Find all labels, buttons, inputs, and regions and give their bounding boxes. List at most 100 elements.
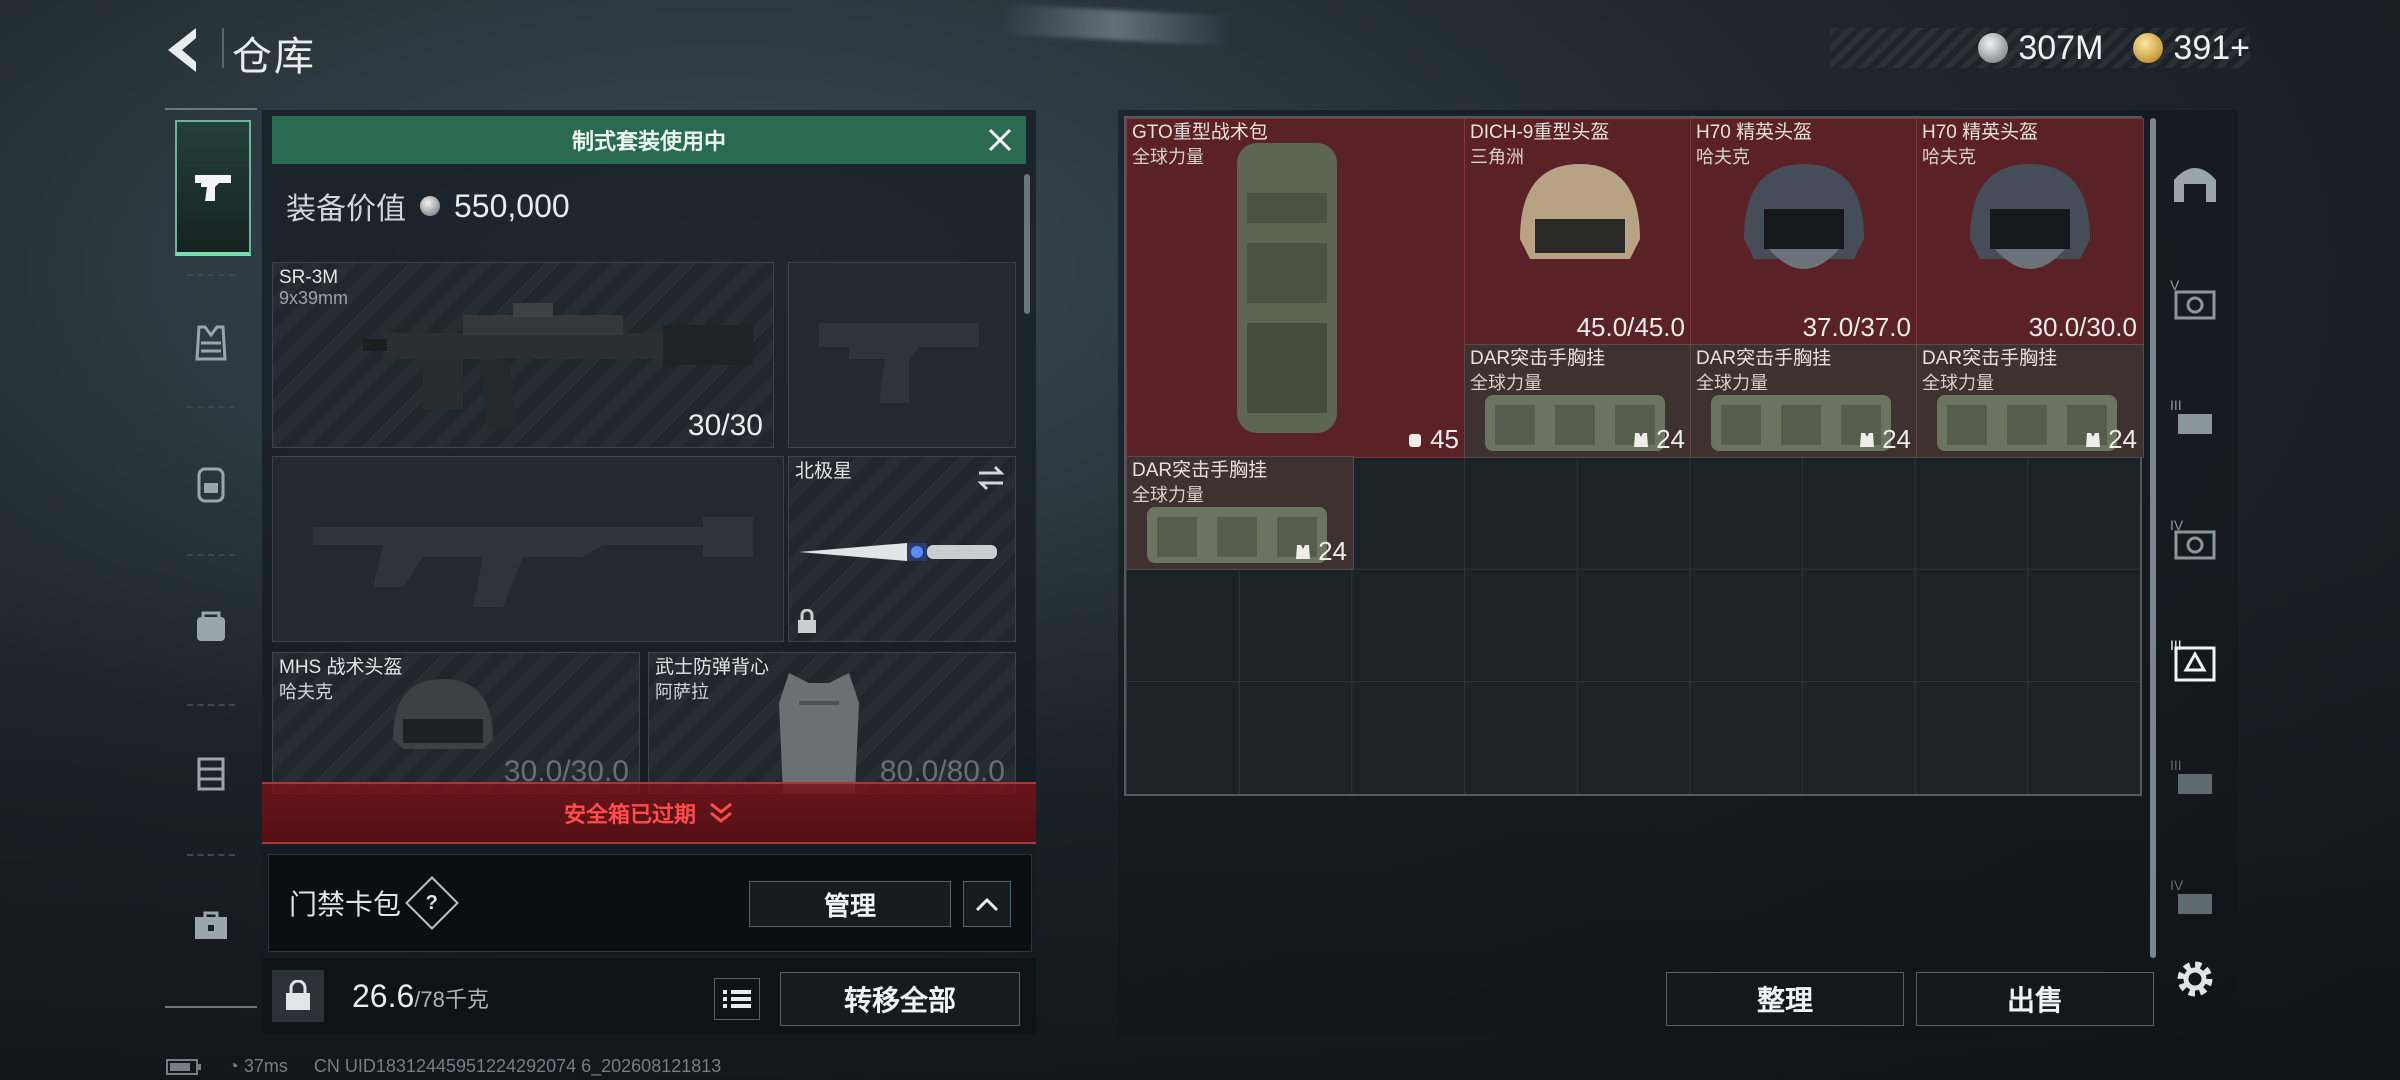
storage-grid[interactable]: GTO重型战术包 全球力量 45 DICH-9重型头盔 三角洲 45.0/45.…: [1124, 116, 2144, 796]
primary-weapon-slot[interactable]: SR-3M 9x39mm 30/30: [272, 262, 774, 448]
storage-item[interactable]: GTO重型战术包 全球力量 45: [1126, 118, 1466, 458]
back-button[interactable]: [160, 20, 210, 80]
item-value: 24: [2084, 424, 2137, 455]
list-view-button[interactable]: [714, 978, 760, 1020]
safe-box-expired-bar[interactable]: 安全箱已过期: [262, 782, 1036, 844]
rail-divider: [187, 406, 235, 408]
category-container[interactable]: [175, 708, 247, 838]
sell-button[interactable]: 出售: [1916, 972, 2154, 1026]
background-light: [999, 4, 1231, 46]
case-icon: [197, 757, 225, 791]
item-name: H70 精英头盔: [1696, 122, 1813, 143]
warehouse-icon: [2174, 168, 2216, 202]
storage-page-main[interactable]: [2164, 150, 2226, 212]
settings-icon: [2177, 961, 2213, 997]
category-weapons[interactable]: [175, 120, 251, 256]
gold-coin-icon: [2133, 33, 2164, 63]
item-capacity: 24: [2108, 424, 2137, 454]
knife-image: [799, 543, 997, 561]
equipment-value: 装备价值 550,000: [286, 184, 570, 228]
carry-weight: 26.6/78千克: [352, 978, 489, 1015]
category-chest-rig[interactable]: [175, 278, 247, 408]
chevron-up-icon: [975, 897, 999, 912]
storage-page-rail: V III IV III III IV: [2152, 110, 2238, 1010]
weight-lock-icon: [286, 980, 310, 1010]
back-icon: [168, 28, 196, 72]
storage-item[interactable]: DICH-9重型头盔 三角洲 45.0/45.0: [1464, 118, 1692, 346]
rail-divider: [187, 554, 235, 556]
help-icon: ?: [425, 891, 439, 914]
item-name: DAR突击手胸挂: [1470, 348, 1606, 369]
category-backpack[interactable]: [175, 418, 247, 548]
storage-page-5[interactable]: V: [2164, 270, 2226, 332]
page-title: 仓库: [232, 35, 316, 79]
rail-bottom-line: [165, 1006, 257, 1008]
weight-current: 26.6: [352, 978, 415, 1014]
sort-button[interactable]: 整理: [1666, 972, 1904, 1026]
rail-divider: [187, 274, 235, 276]
item-value: 24: [1858, 424, 1911, 455]
item-name: H70 精英头盔: [1922, 122, 2039, 143]
armor-maker: 阿萨拉: [655, 682, 709, 702]
ticket-amount: 391+: [2173, 28, 2250, 67]
settings-button[interactable]: [2164, 948, 2226, 1010]
panel-scrollbar[interactable]: [1024, 174, 1030, 314]
banner-text: 制式套装使用中: [571, 129, 726, 154]
backpack-icon: [197, 467, 225, 503]
vest-icon: [1634, 432, 1649, 447]
currency-bar: 307M 391+: [1830, 28, 2250, 68]
storage-item[interactable]: DAR突击手胸挂 全球力量 24: [1690, 344, 1918, 458]
swap-icon[interactable]: [975, 465, 1007, 491]
rail-top-line: [165, 108, 257, 110]
armor-slot[interactable]: 武士防弹背心 阿萨拉 80.0/80.0: [648, 652, 1016, 794]
item-value: 24: [1632, 424, 1685, 455]
backpack-image: [1237, 143, 1337, 433]
melee-slot[interactable]: 北极星: [788, 456, 1016, 642]
help-button[interactable]: ?: [405, 876, 459, 930]
recycle-iii-icon: III: [2170, 637, 2216, 682]
value-amount: 550,000: [454, 187, 570, 224]
storage-page-3b[interactable]: III: [2164, 750, 2226, 812]
item-name: DICH-9重型头盔: [1470, 122, 1610, 143]
svg-text:III: III: [2170, 397, 2182, 413]
rifle-placeholder-icon: [313, 517, 753, 607]
keycard-label: 门禁卡包 ?: [289, 876, 459, 930]
ticket-balance[interactable]: 391+: [2133, 29, 2250, 68]
weight-max: /78千克: [414, 987, 489, 1012]
lock-button[interactable]: [272, 970, 324, 1022]
item-value: 45: [1406, 424, 1459, 455]
storage-item[interactable]: DAR突击手胸挂 全球力量 24: [1916, 344, 2144, 458]
storage-item[interactable]: H70 精英头盔 哈夫克 30.0/30.0: [1916, 118, 2144, 346]
collapse-button[interactable]: [963, 881, 1011, 927]
category-pouch[interactable]: [175, 560, 247, 690]
vest-icon: [195, 325, 227, 361]
vest-icon: [1296, 544, 1311, 559]
header-divider: [222, 28, 224, 68]
secondary-weapon-slot[interactable]: [272, 456, 784, 642]
storage-page-4[interactable]: IV: [2164, 510, 2226, 572]
helmet-slot[interactable]: MHS 战术头盔 哈夫克 30.0/30.0: [272, 652, 640, 794]
ping-value: 37ms: [243, 1056, 288, 1076]
status-line: ◔ 37ms CN UID18312445951224292074 6_2026…: [166, 1056, 721, 1077]
transfer-all-button[interactable]: 转移全部: [780, 972, 1020, 1026]
storage-page-4b[interactable]: IV: [2164, 870, 2226, 932]
coin-balance[interactable]: 307M: [1978, 29, 2103, 68]
banner-close-button[interactable]: [986, 126, 1014, 154]
category-toolbox[interactable]: [175, 860, 247, 990]
storage-page-3[interactable]: III: [2164, 390, 2226, 452]
item-capacity: 24: [1318, 536, 1347, 566]
expired-text: 安全箱已过期: [563, 802, 696, 827]
item-name: DAR突击手胸挂: [1132, 460, 1268, 481]
sidearm-slot[interactable]: [788, 262, 1016, 448]
storage-item[interactable]: DAR突击手胸挂 全球力量 24: [1126, 456, 1354, 570]
storage-item[interactable]: H70 精英头盔 哈夫克 37.0/37.0: [1690, 118, 1918, 346]
storage-item[interactable]: DAR突击手胸挂 全球力量 24: [1464, 344, 1692, 458]
helmet-maker: 哈夫克: [279, 682, 333, 702]
equipment-panel: 制式套装使用中 装备价值 550,000 SR-3M 9x39mm 30/30: [262, 110, 1036, 1035]
item-capacity: 24: [1656, 424, 1685, 454]
manage-button[interactable]: 管理: [749, 881, 951, 927]
storage-page-active[interactable]: III: [2164, 630, 2226, 692]
svg-text:IV: IV: [2170, 877, 2184, 893]
armor-name: 武士防弹背心: [655, 657, 770, 678]
armor-image: [779, 673, 859, 793]
